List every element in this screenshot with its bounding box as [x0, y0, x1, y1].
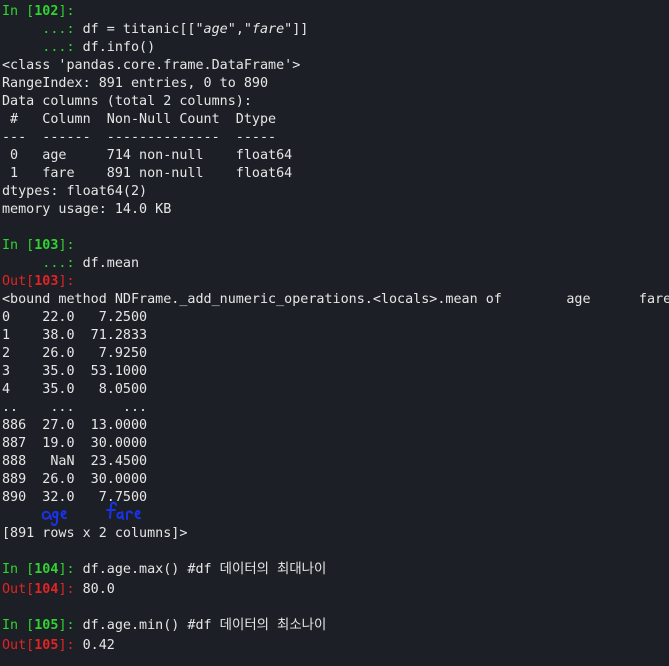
out-prompt-open: Out[ — [2, 274, 35, 289]
output-line: 4 35.0 8.0500 — [2, 382, 148, 397]
code-text: df.age.min() #df 데이터의 최소나이 — [82, 618, 327, 633]
input-prompt-line: In [103]: — [2, 237, 75, 255]
output-line: 2 26.0 7.9250 — [2, 346, 148, 361]
continuation-prompt: ...: — [2, 22, 83, 37]
output-prompt-line: Out[104]: 80.0 — [2, 581, 115, 599]
output-count: 105 — [34, 638, 59, 653]
handwriting-age — [41, 510, 67, 527]
code-string: "fare" — [243, 22, 293, 37]
output-line: .. ... ... — [2, 400, 148, 415]
code-text: df = titanic[[ — [82, 22, 196, 37]
continuation-prompt: ...: — [2, 40, 83, 55]
ipython-console[interactable]: In [102]: ...: df = titanic[["age","fare… — [0, 0, 669, 666]
code-string: "age" — [195, 22, 236, 37]
code-text: ]] — [292, 22, 309, 37]
code-text: df.mean — [82, 256, 140, 271]
output-line: # Column Non-Null Count Dtype — [2, 112, 293, 127]
in-prompt-close: ]: — [58, 562, 83, 577]
output-line: RangeIndex: 891 entries, 0 to 890 — [2, 76, 269, 91]
output-line: 888 NaN 23.4500 — [2, 454, 148, 469]
code-line[interactable]: ...: df.mean — [2, 255, 139, 273]
execution-count: 104 — [34, 562, 59, 577]
in-prompt-open: In [ — [2, 618, 35, 633]
output-line: 1 fare 891 non-null float64 — [2, 166, 293, 181]
output-count: 103 — [34, 274, 59, 289]
execution-count: 103 — [34, 238, 59, 253]
in-prompt-close: ]: — [58, 238, 75, 253]
in-prompt-open: In [ — [2, 4, 35, 19]
code-text: , — [235, 22, 244, 37]
output-line: dtypes: float64(2) — [2, 184, 148, 199]
code-line[interactable]: ...: df = titanic[["age","fare"]] — [2, 21, 308, 39]
out-prompt-open: Out[ — [2, 638, 35, 653]
out-prompt-open: Out[ — [2, 582, 35, 597]
in-prompt-open: In [ — [2, 562, 35, 577]
out-prompt-close: ]: — [58, 582, 83, 597]
out-prompt-close: ]: — [58, 274, 75, 289]
input-prompt-line[interactable]: In [104]: df.age.max() #df 데이터의 최대나이 — [2, 561, 326, 579]
output-prompt-line: Out[105]: 0.42 — [2, 637, 115, 655]
execution-count: 102 — [34, 4, 59, 19]
output-line: Data columns (total 2 columns): — [2, 94, 252, 109]
code-line[interactable]: ...: df.info() — [2, 39, 155, 57]
code-text: df.info() — [82, 40, 156, 55]
continuation-prompt: ...: — [2, 256, 83, 271]
output-line: <bound method NDFrame._add_numeric_opera… — [2, 292, 669, 307]
result-value: 0.42 — [82, 638, 115, 653]
output-line: 890 32.0 7.7500 — [2, 490, 148, 505]
output-line: [891 rows x 2 columns]> — [2, 526, 188, 541]
output-line: <class 'pandas.core.frame.DataFrame'> — [2, 58, 301, 73]
output-line: 0 age 714 non-null float64 — [2, 148, 293, 163]
output-line: 3 35.0 53.1000 — [2, 364, 148, 379]
output-line: memory usage: 14.0 KB — [2, 202, 172, 217]
output-line: 886 27.0 13.0000 — [2, 418, 148, 433]
output-count: 104 — [34, 582, 59, 597]
execution-count: 105 — [34, 618, 59, 633]
output-line: 887 19.0 30.0000 — [2, 436, 148, 451]
output-line: --- ------ -------------- ----- — [2, 130, 293, 145]
input-prompt-line[interactable]: In [105]: df.age.min() #df 데이터의 최소나이 — [2, 617, 326, 635]
output-prompt-line: Out[103]: — [2, 273, 75, 291]
in-prompt-close: ]: — [58, 4, 83, 19]
output-line: 1 38.0 71.2833 — [2, 328, 148, 343]
code-text: df.age.max() #df 데이터의 최대나이 — [82, 562, 327, 577]
result-value: 80.0 — [82, 582, 115, 597]
out-prompt-close: ]: — [58, 638, 83, 653]
in-prompt-open: In [ — [2, 238, 35, 253]
output-line: 889 26.0 30.0000 — [2, 472, 148, 487]
input-prompt-line: In [102]: — [2, 3, 83, 21]
in-prompt-close: ]: — [58, 618, 83, 633]
output-line: 0 22.0 7.2500 — [2, 310, 148, 325]
